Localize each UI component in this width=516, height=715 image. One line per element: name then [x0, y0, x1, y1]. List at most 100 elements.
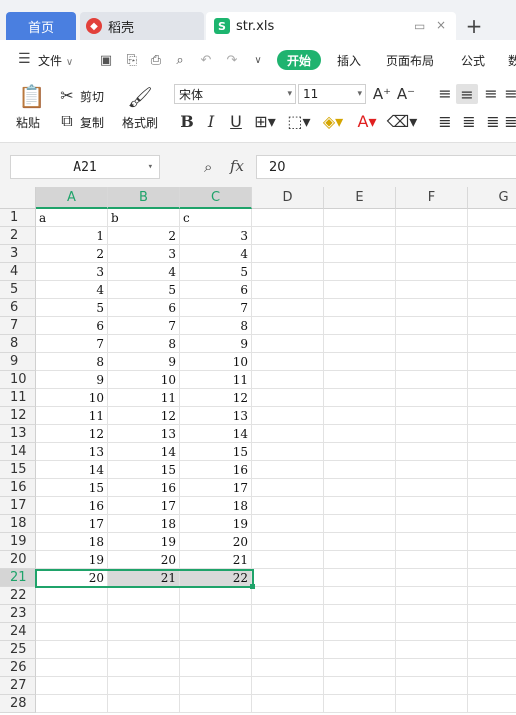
menu-formula[interactable]: 公式	[461, 52, 485, 69]
zoom-icon[interactable]: ⌕	[204, 158, 212, 176]
font-color-icon[interactable]: A▾	[354, 112, 380, 131]
hamburger-icon[interactable]: ☰	[18, 51, 31, 67]
tab-home[interactable]: 首页	[6, 12, 76, 40]
quick-access-more-icon[interactable]: ∨	[250, 52, 266, 68]
cell-b15[interactable]: 15	[108, 461, 180, 479]
cell-g21[interactable]	[468, 569, 516, 587]
cell-a27[interactable]	[36, 677, 108, 695]
cell-g17[interactable]	[468, 497, 516, 515]
cell-d25[interactable]	[252, 641, 324, 659]
cell-d19[interactable]	[252, 533, 324, 551]
cell-f8[interactable]	[396, 335, 468, 353]
align-middle-icon[interactable]: ≡	[456, 84, 478, 104]
cell-a5[interactable]: 4	[36, 281, 108, 299]
cell-g23[interactable]	[468, 605, 516, 623]
cell-f27[interactable]	[396, 677, 468, 695]
row-header-1[interactable]: 1	[0, 209, 36, 227]
cell-e25[interactable]	[324, 641, 396, 659]
cell-a20[interactable]: 19	[36, 551, 108, 569]
cell-c3[interactable]: 4	[180, 245, 252, 263]
cell-d24[interactable]	[252, 623, 324, 641]
cell-b17[interactable]: 17	[108, 497, 180, 515]
cell-e2[interactable]	[324, 227, 396, 245]
align-left-icon[interactable]: ≣	[436, 112, 454, 131]
cell-e16[interactable]	[324, 479, 396, 497]
cell-a24[interactable]	[36, 623, 108, 641]
underline-icon[interactable]: U	[227, 112, 245, 131]
column-header-g[interactable]: G	[468, 187, 516, 209]
font-size-select[interactable]: 11 ▾	[298, 84, 366, 104]
cell-d28[interactable]	[252, 695, 324, 713]
cell-e8[interactable]	[324, 335, 396, 353]
row-header-20[interactable]: 20	[0, 551, 36, 569]
cell-d11[interactable]	[252, 389, 324, 407]
menu-data[interactable]: 数	[508, 52, 516, 69]
row-header-22[interactable]: 22	[0, 587, 36, 605]
format-painter-button[interactable]: 格式刷	[122, 114, 158, 131]
cell-a14[interactable]: 13	[36, 443, 108, 461]
cell-b18[interactable]: 18	[108, 515, 180, 533]
cell-c25[interactable]	[180, 641, 252, 659]
cell-g13[interactable]	[468, 425, 516, 443]
cell-b9[interactable]: 9	[108, 353, 180, 371]
cell-f2[interactable]	[396, 227, 468, 245]
row-header-13[interactable]: 13	[0, 425, 36, 443]
cell-c11[interactable]: 12	[180, 389, 252, 407]
cell-d8[interactable]	[252, 335, 324, 353]
row-header-21[interactable]: 21	[0, 569, 36, 587]
align-bottom-icon[interactable]: ≡	[482, 84, 500, 103]
cell-d1[interactable]	[252, 209, 324, 227]
export-icon[interactable]: ⎘	[124, 52, 140, 68]
row-header-12[interactable]: 12	[0, 407, 36, 425]
cell-f28[interactable]	[396, 695, 468, 713]
cell-g28[interactable]	[468, 695, 516, 713]
menu-start[interactable]: 开始	[277, 50, 321, 70]
cell-d23[interactable]	[252, 605, 324, 623]
select-all-corner[interactable]	[0, 187, 36, 209]
cell-a21[interactable]: 20	[36, 569, 108, 587]
cell-b13[interactable]: 13	[108, 425, 180, 443]
cell-f20[interactable]	[396, 551, 468, 569]
cell-b5[interactable]: 5	[108, 281, 180, 299]
cell-f19[interactable]	[396, 533, 468, 551]
cell-d7[interactable]	[252, 317, 324, 335]
bold-icon[interactable]: B	[178, 112, 196, 131]
cell-f12[interactable]	[396, 407, 468, 425]
font-name-select[interactable]: 宋体 ▾	[174, 84, 296, 104]
formula-input[interactable]: 20	[256, 155, 516, 179]
cell-d9[interactable]	[252, 353, 324, 371]
cell-e12[interactable]	[324, 407, 396, 425]
cell-e23[interactable]	[324, 605, 396, 623]
cell-f14[interactable]	[396, 443, 468, 461]
cell-d2[interactable]	[252, 227, 324, 245]
cell-c12[interactable]: 13	[180, 407, 252, 425]
cell-c6[interactable]: 7	[180, 299, 252, 317]
cell-g10[interactable]	[468, 371, 516, 389]
cell-g4[interactable]	[468, 263, 516, 281]
cell-g3[interactable]	[468, 245, 516, 263]
cell-g20[interactable]	[468, 551, 516, 569]
cell-d16[interactable]	[252, 479, 324, 497]
cell-c8[interactable]: 9	[180, 335, 252, 353]
cell-g9[interactable]	[468, 353, 516, 371]
cell-c18[interactable]: 19	[180, 515, 252, 533]
cell-c10[interactable]: 11	[180, 371, 252, 389]
float-window-icon[interactable]: ▭	[414, 19, 425, 33]
paste-icon[interactable]: 📋	[18, 84, 45, 110]
cell-b10[interactable]: 10	[108, 371, 180, 389]
cell-e3[interactable]	[324, 245, 396, 263]
cell-a9[interactable]: 8	[36, 353, 108, 371]
redo-icon[interactable]: ↷	[224, 52, 240, 68]
close-tab-icon[interactable]: ×	[436, 18, 446, 32]
cell-c1[interactable]: c	[180, 209, 252, 227]
cell-f25[interactable]	[396, 641, 468, 659]
cell-e27[interactable]	[324, 677, 396, 695]
cell-c21[interactable]: 22	[180, 569, 252, 587]
fx-icon[interactable]: fx	[230, 157, 244, 175]
cell-a3[interactable]: 2	[36, 245, 108, 263]
cell-g19[interactable]	[468, 533, 516, 551]
cell-f17[interactable]	[396, 497, 468, 515]
clear-format-icon[interactable]: ⌫▾	[387, 112, 418, 131]
cut-button[interactable]: 剪切	[80, 88, 104, 105]
cell-d4[interactable]	[252, 263, 324, 281]
